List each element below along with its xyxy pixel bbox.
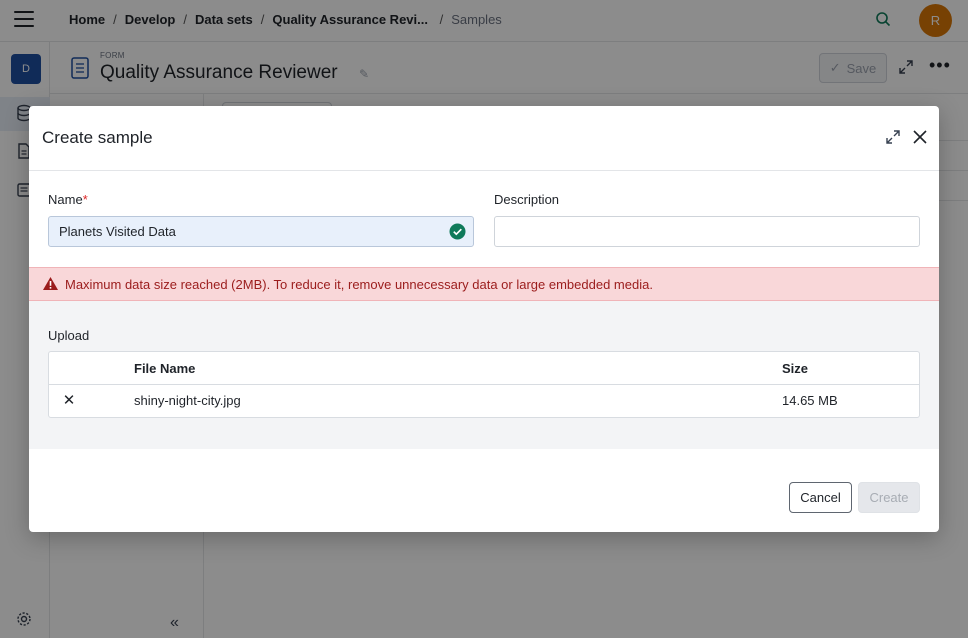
- name-field[interactable]: Planets Visited Data: [48, 216, 474, 247]
- description-field[interactable]: [494, 216, 920, 247]
- table-row: ✕ shiny-night-city.jpg 14.65 MB: [49, 385, 919, 417]
- dialog-header: Create sample: [29, 106, 939, 171]
- column-header-file-name: File Name: [134, 361, 196, 376]
- close-icon[interactable]: [911, 128, 929, 146]
- file-name-cell: shiny-night-city.jpg: [134, 393, 241, 408]
- table-header: File Name Size: [49, 352, 919, 385]
- file-table: File Name Size ✕ shiny-night-city.jpg 14…: [48, 351, 920, 418]
- valid-check-icon: [449, 223, 466, 240]
- remove-file-icon[interactable]: ✕: [61, 393, 77, 409]
- description-field-label: Description: [494, 192, 560, 207]
- create-sample-dialog: Create sample Name* Planets Visited Data…: [29, 106, 939, 532]
- dialog-title: Create sample: [42, 128, 153, 147]
- file-size-cell: 14.65 MB: [782, 393, 838, 408]
- cancel-button[interactable]: Cancel: [789, 482, 852, 513]
- column-header-size: Size: [782, 361, 809, 376]
- alert-message: Maximum data size reached (2MB). To redu…: [65, 277, 653, 292]
- name-label-text: Name: [48, 192, 83, 207]
- warning-icon: [43, 277, 58, 290]
- upload-label: Upload: [48, 328, 90, 343]
- expand-dialog-icon[interactable]: [885, 129, 901, 145]
- upload-section: Upload File Name Size ✕ shiny-night-city…: [29, 301, 939, 449]
- name-field-label: Name*: [48, 192, 88, 207]
- error-alert: Maximum data size reached (2MB). To redu…: [29, 267, 939, 301]
- create-button[interactable]: Create: [858, 482, 920, 513]
- required-marker: *: [82, 192, 88, 207]
